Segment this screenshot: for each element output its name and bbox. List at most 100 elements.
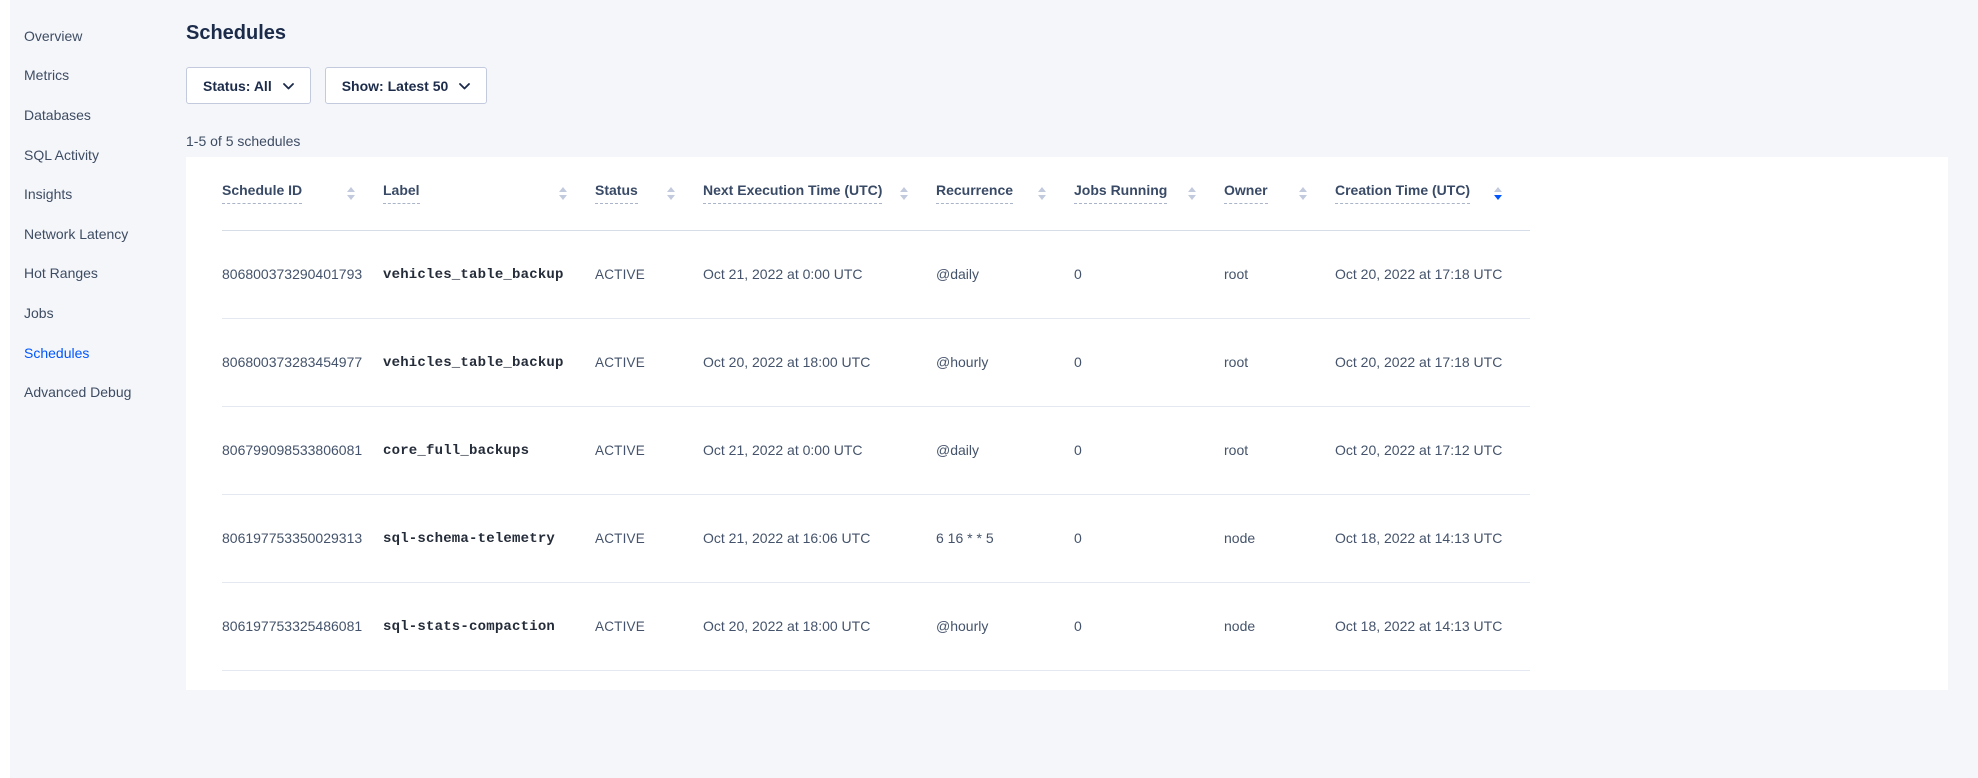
sort-icon[interactable] [1188, 187, 1196, 200]
cell-text: node [1224, 618, 1255, 634]
cell-schedule-id: 806799098533806081 [222, 406, 383, 494]
sort-desc-icon [1188, 195, 1196, 200]
sidebar-item-schedules[interactable]: Schedules [24, 333, 174, 373]
cell-text: sql-stats-compaction [383, 619, 555, 635]
column-header-recurrence[interactable]: Recurrence [936, 157, 1074, 230]
sort-icon[interactable] [900, 187, 908, 200]
cell-text: ACTIVE [595, 531, 645, 546]
cell-text: Oct 21, 2022 at 0:00 UTC [703, 266, 863, 282]
column-header-jobs-running[interactable]: Jobs Running [1074, 157, 1224, 230]
schedules-table-card: Schedule ID Label Status Next Execution … [186, 157, 1948, 690]
column-header-status[interactable]: Status [595, 157, 703, 230]
cell-next-execution-time: Oct 21, 2022 at 0:00 UTC [703, 406, 936, 494]
sidebar-item-label: Jobs [24, 305, 54, 321]
cell-status: ACTIVE [595, 318, 703, 406]
cell-text: 6 16 * * 5 [936, 530, 994, 546]
sidebar-item-sql-activity[interactable]: SQL Activity [24, 135, 174, 175]
cell-status: ACTIVE [595, 582, 703, 670]
column-header-label: Status [595, 182, 638, 204]
cell-status: ACTIVE [595, 406, 703, 494]
status-filter-dropdown[interactable]: Status: All [186, 67, 311, 104]
sidebar-item-label: Insights [24, 186, 72, 202]
cell-label: core_full_backups [383, 406, 595, 494]
cell-text: 0 [1074, 266, 1082, 282]
sidebar-item-hot-ranges[interactable]: Hot Ranges [24, 254, 174, 294]
sidebar-item-databases[interactable]: Databases [24, 95, 174, 135]
column-header-creation-time[interactable]: Creation Time (UTC) [1335, 157, 1530, 230]
sort-desc-icon [1494, 195, 1502, 200]
filter-bar: Status: All Show: Latest 50 [186, 67, 1948, 104]
column-header-schedule-id[interactable]: Schedule ID [222, 157, 383, 230]
sidebar-item-advanced-debug[interactable]: Advanced Debug [24, 372, 174, 412]
table-row: 806197753325486081sql-stats-compactionAC… [222, 582, 1530, 670]
cell-text: @hourly [936, 354, 988, 370]
cell-jobs-running: 0 [1074, 582, 1224, 670]
cell-recurrence: @daily [936, 406, 1074, 494]
cell-text: Oct 20, 2022 at 18:00 UTC [703, 354, 870, 370]
cell-text: Oct 20, 2022 at 18:00 UTC [703, 618, 870, 634]
cell-creation-time: Oct 20, 2022 at 17:18 UTC [1335, 230, 1530, 318]
column-header-next-execution-time[interactable]: Next Execution Time (UTC) [703, 157, 936, 230]
cell-text: ACTIVE [595, 619, 645, 634]
table-row: 806800373290401793vehicles_table_backupA… [222, 230, 1530, 318]
cell-creation-time: Oct 18, 2022 at 14:13 UTC [1335, 582, 1530, 670]
cell-jobs-running: 0 [1074, 230, 1224, 318]
cell-text: vehicles_table_backup [383, 355, 564, 371]
sidebar-item-label: Databases [24, 107, 91, 123]
cell-status: ACTIVE [595, 494, 703, 582]
cell-recurrence: @hourly [936, 318, 1074, 406]
sidebar-item-label: Network Latency [24, 226, 128, 242]
sort-icon[interactable] [1038, 187, 1046, 200]
cell-text: 806197753350029313 [222, 530, 362, 546]
sort-desc-icon [1299, 195, 1307, 200]
column-header-label: Recurrence [936, 182, 1013, 204]
cell-jobs-running: 0 [1074, 318, 1224, 406]
sidebar-item-label: Schedules [24, 345, 89, 361]
column-header-owner[interactable]: Owner [1224, 157, 1335, 230]
results-count: 1-5 of 5 schedules [186, 133, 1948, 149]
status-filter-label: Status: All [203, 78, 272, 94]
cell-schedule-id: 806197753350029313 [222, 494, 383, 582]
cell-recurrence: @hourly [936, 582, 1074, 670]
main-content: Schedules Status: All Show: Latest 50 1-… [186, 0, 1948, 690]
cell-text: node [1224, 530, 1255, 546]
cell-text: 0 [1074, 618, 1082, 634]
cell-jobs-running: 0 [1074, 406, 1224, 494]
cell-text: vehicles_table_backup [383, 267, 564, 283]
cell-text: Oct 18, 2022 at 14:13 UTC [1335, 530, 1502, 546]
column-header-label[interactable]: Label [383, 157, 595, 230]
sort-icon[interactable] [1494, 187, 1502, 200]
sort-desc-icon [347, 195, 355, 200]
cell-text: ACTIVE [595, 267, 645, 282]
cell-text: Oct 18, 2022 at 14:13 UTC [1335, 618, 1502, 634]
cell-text: root [1224, 442, 1248, 458]
sort-icon[interactable] [667, 187, 675, 200]
cell-next-execution-time: Oct 21, 2022 at 0:00 UTC [703, 230, 936, 318]
cell-text: 0 [1074, 442, 1082, 458]
sort-icon[interactable] [347, 187, 355, 200]
sidebar-item-label: Overview [24, 28, 82, 44]
sidebar-item-metrics[interactable]: Metrics [24, 56, 174, 96]
column-header-label: Label [383, 182, 420, 204]
sort-icon[interactable] [1299, 187, 1307, 200]
cell-text: sql-schema-telemetry [383, 531, 555, 547]
sort-icon[interactable] [559, 187, 567, 200]
sidebar-item-jobs[interactable]: Jobs [24, 293, 174, 333]
cell-text: Oct 20, 2022 at 17:18 UTC [1335, 354, 1502, 370]
sidebar-item-insights[interactable]: Insights [24, 174, 174, 214]
cell-creation-time: Oct 18, 2022 at 14:13 UTC [1335, 494, 1530, 582]
cell-recurrence: @daily [936, 230, 1074, 318]
show-filter-dropdown[interactable]: Show: Latest 50 [325, 67, 488, 104]
cell-text: ACTIVE [595, 443, 645, 458]
cell-owner: node [1224, 582, 1335, 670]
sort-asc-icon [1494, 187, 1502, 192]
cell-text: 0 [1074, 530, 1082, 546]
sort-asc-icon [1299, 187, 1307, 192]
cell-creation-time: Oct 20, 2022 at 17:12 UTC [1335, 406, 1530, 494]
sidebar-item-overview[interactable]: Overview [24, 16, 174, 56]
sidebar-item-label: Hot Ranges [24, 265, 98, 281]
sidebar-item-network-latency[interactable]: Network Latency [24, 214, 174, 254]
column-header-label: Next Execution Time (UTC) [703, 182, 882, 204]
cell-text: core_full_backups [383, 443, 529, 459]
cell-text: @hourly [936, 618, 988, 634]
